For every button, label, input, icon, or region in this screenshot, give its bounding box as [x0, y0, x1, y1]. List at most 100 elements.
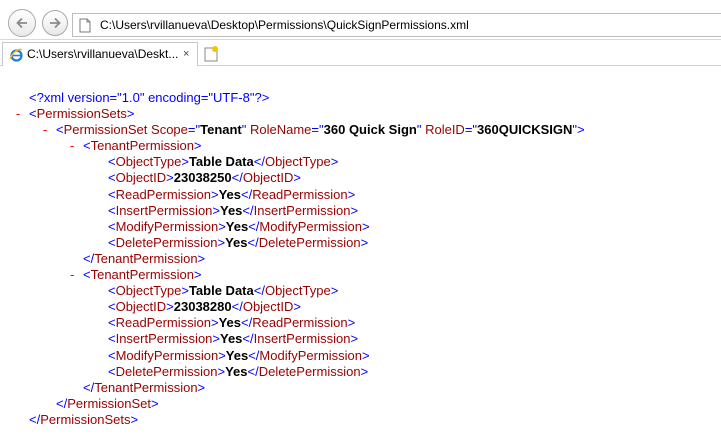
xml-line-text: <?xml version="1.0" encoding="UTF-8"?> — [29, 90, 269, 106]
xml-bracket: > — [193, 138, 202, 154]
xml-bracket: < — [108, 218, 116, 234]
xml-bracket: </ — [253, 283, 265, 299]
xml-bracket: > — [218, 347, 226, 363]
xml-value: Yes — [225, 234, 248, 250]
xml-line-text: </PermissionSet> — [56, 396, 159, 412]
xml-bracket: < — [29, 106, 37, 122]
new-tab-icon — [204, 46, 218, 62]
xml-tag: TenantPermission — [90, 267, 194, 283]
xml-bracket: < — [108, 315, 116, 331]
xml-line-text: <DeletePermission>Yes</DeletePermission> — [108, 364, 368, 380]
xml-tag: ObjectType — [115, 283, 182, 299]
xml-line-text: <ObjectID>23038280</ObjectID> — [108, 299, 301, 315]
tab-strip: C:\Users\rvillanueva\Deskt... × — [0, 40, 721, 66]
xml-bracket: > — [166, 299, 174, 315]
xml-bracket: > — [293, 170, 301, 186]
xml-tag: ModifyPermission — [115, 347, 219, 363]
back-button[interactable] — [8, 9, 36, 37]
xml-line-text: <InsertPermission>Yes</InsertPermission> — [108, 203, 358, 219]
xml-value: Yes — [218, 186, 241, 202]
tab-close-button[interactable]: × — [183, 48, 189, 60]
collapse-minus-icon[interactable]: - — [70, 138, 74, 154]
xml-field-modifypermission: <ModifyPermission>Yes</ModifyPermission> — [0, 219, 721, 235]
xml-line-text: <PermissionSets> — [29, 106, 135, 122]
xml-attribute-value: 360QUICKSIGN — [477, 122, 573, 138]
xml-field-readpermission: <ReadPermission>Yes</ReadPermission> — [0, 315, 721, 331]
xml-bracket: > — [362, 347, 370, 363]
xml-tag: PermissionSets — [36, 106, 127, 122]
xml-field-insertpermission: <InsertPermission>Yes</InsertPermission> — [0, 331, 721, 347]
xml-bracket: > — [193, 267, 202, 283]
xml-bracket: </ — [29, 411, 41, 427]
xml-tag: ObjectID — [115, 299, 167, 315]
xml-line-text: </TenantPermission> — [83, 380, 205, 396]
xml-attribute-name: Scope — [147, 122, 188, 138]
xml-tag: PermissionSets — [40, 411, 131, 427]
xml-bracket: > — [350, 331, 359, 347]
xml-bracket: > — [330, 154, 339, 170]
xml-bracket: </ — [247, 363, 259, 379]
xml-tag: TenantPermission — [94, 379, 198, 395]
xml-bracket: < — [83, 138, 91, 154]
xml-open-tenant-permission: - <TenantPermission> — [0, 267, 721, 283]
back-arrow-icon — [16, 17, 27, 29]
xml-tag: InsertPermission — [253, 331, 351, 347]
xml-bracket: </ — [248, 218, 260, 234]
xml-line-text: <ReadPermission>Yes</ReadPermission> — [108, 187, 355, 203]
collapse-minus-icon[interactable]: - — [70, 267, 74, 283]
xml-line-text: <TenantPermission> — [83, 267, 202, 283]
xml-line-text: <ModifyPermission>Yes</ModifyPermission> — [108, 348, 370, 364]
xml-bracket: > — [212, 202, 220, 218]
xml-tag: ReadPermission — [115, 315, 211, 331]
xml-tag: ModifyPermission — [259, 218, 363, 234]
xml-bracket: > — [360, 363, 369, 379]
xml-bracket: > — [347, 315, 356, 331]
tab-active[interactable]: C:\Users\rvillanueva\Deskt... × — [2, 42, 198, 66]
xml-field-deletepermission: <DeletePermission>Yes</DeletePermission> — [0, 235, 721, 251]
xml-tag: ObjectID — [242, 170, 294, 186]
xml-viewer: <?xml version="1.0" encoding="UTF-8"?> - <… — [0, 90, 721, 428]
xml-declaration-line: <?xml version="1.0" encoding="UTF-8"?> — [0, 90, 721, 106]
xml-bracket: < — [108, 234, 116, 250]
xml-line-text: <ObjectID>23038250</ObjectID> — [108, 170, 301, 186]
xml-bracket: > — [210, 315, 219, 331]
xml-bracket: > — [212, 331, 220, 347]
xml-line-text: <TenantPermission> — [83, 138, 202, 154]
xml-bracket: > — [217, 234, 226, 250]
xml-bracket: > — [293, 299, 301, 315]
xml-field-objectid: <ObjectID>23038280</ObjectID> — [0, 299, 721, 315]
ie-logo-icon — [9, 48, 23, 62]
xml-value: Yes — [218, 315, 241, 331]
xml-close-root: </PermissionSets> — [0, 412, 721, 428]
xml-bracket: </ — [247, 234, 259, 250]
forward-arrow-icon — [50, 17, 61, 29]
forward-button[interactable] — [42, 10, 68, 36]
xml-line-text: <ReadPermission>Yes</ReadPermission> — [108, 315, 355, 331]
xml-bracket: < — [108, 170, 116, 186]
xml-tag: TenantPermission — [94, 250, 198, 266]
xml-value: Yes — [225, 347, 249, 363]
xml-bracket: > — [151, 395, 159, 411]
xml-tag: DeletePermission — [258, 234, 361, 250]
xml-attribute-eq: =" — [311, 122, 324, 138]
xml-bracket: </ — [231, 299, 243, 315]
xml-value: Yes — [225, 218, 249, 234]
xml-bracket: > — [360, 234, 369, 250]
xml-line-text: </PermissionSets> — [29, 412, 138, 428]
collapse-minus-icon[interactable]: - — [16, 106, 20, 122]
address-url[interactable]: C:\Users\rvillanueva\Desktop\Permissions… — [100, 18, 469, 32]
xml-value: Yes — [225, 363, 248, 379]
xml-attribute-name: RoleName — [246, 122, 312, 138]
xml-line-text: </TenantPermission> — [83, 251, 205, 267]
xml-bracket: </ — [242, 331, 254, 347]
collapse-minus-icon[interactable]: - — [43, 122, 47, 138]
xml-value: Table Data — [188, 283, 254, 299]
xml-tag: InsertPermission — [253, 202, 351, 218]
xml-value: Yes — [220, 331, 243, 347]
xml-bracket: < — [108, 347, 116, 363]
new-tab-button[interactable] — [200, 43, 222, 65]
xml-line-text: <ObjectType>Table Data</ObjectType> — [108, 283, 338, 299]
xml-close-tenant-permission: </TenantPermission> — [0, 251, 721, 267]
xml-bracket: > — [197, 250, 206, 266]
address-bar[interactable]: C:\Users\rvillanueva\Desktop\Permissions… — [72, 13, 721, 37]
